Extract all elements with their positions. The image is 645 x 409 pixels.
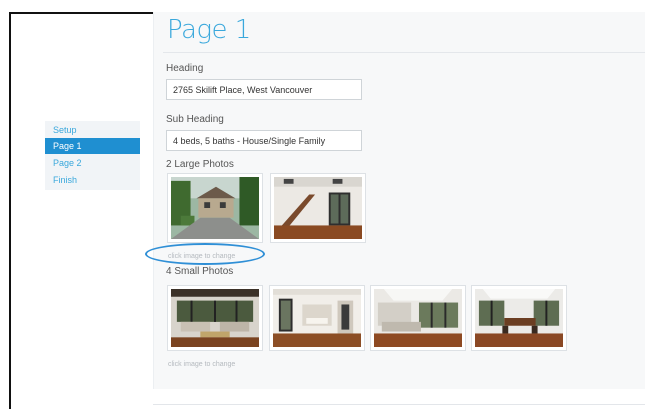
large-photo-house-exterior[interactable]: [167, 173, 263, 243]
small-photo-dining-room[interactable]: [471, 285, 567, 351]
sidebar-item-page-2[interactable]: Page 2: [45, 155, 140, 171]
small-photo-dining-hall[interactable]: [269, 285, 365, 351]
large-photo-entry-staircase[interactable]: [270, 173, 366, 243]
dining-hall-image: [273, 289, 361, 347]
sidebar-item-setup[interactable]: Setup: [45, 122, 140, 138]
dining-room-image: [475, 289, 563, 347]
kitchen-image: [374, 289, 462, 347]
living-room-image: [171, 289, 259, 347]
large-photos-label: 2 Large Photos: [166, 159, 234, 170]
small-photos-change-hint: click image to change: [168, 361, 236, 368]
subheading-input[interactable]: [166, 130, 362, 151]
sidebar-item-page-1[interactable]: Page 1: [45, 138, 140, 154]
large-photos-change-hint: click image to change: [168, 253, 236, 260]
page-title: Page 1: [167, 15, 251, 45]
small-photo-kitchen[interactable]: [370, 285, 466, 351]
sidebar-item-finish[interactable]: Finish: [45, 172, 140, 188]
subheading-label: Sub Heading: [166, 114, 224, 125]
small-photos-label: 4 Small Photos: [166, 266, 234, 277]
bottom-strip: [153, 389, 645, 409]
entry-staircase-image: [274, 177, 362, 239]
bottom-divider: [153, 404, 645, 405]
house-exterior-image: [171, 177, 259, 239]
title-divider: [163, 52, 645, 53]
heading-input[interactable]: [166, 79, 362, 100]
heading-label: Heading: [166, 63, 204, 74]
small-photo-living-room[interactable]: [167, 285, 263, 351]
